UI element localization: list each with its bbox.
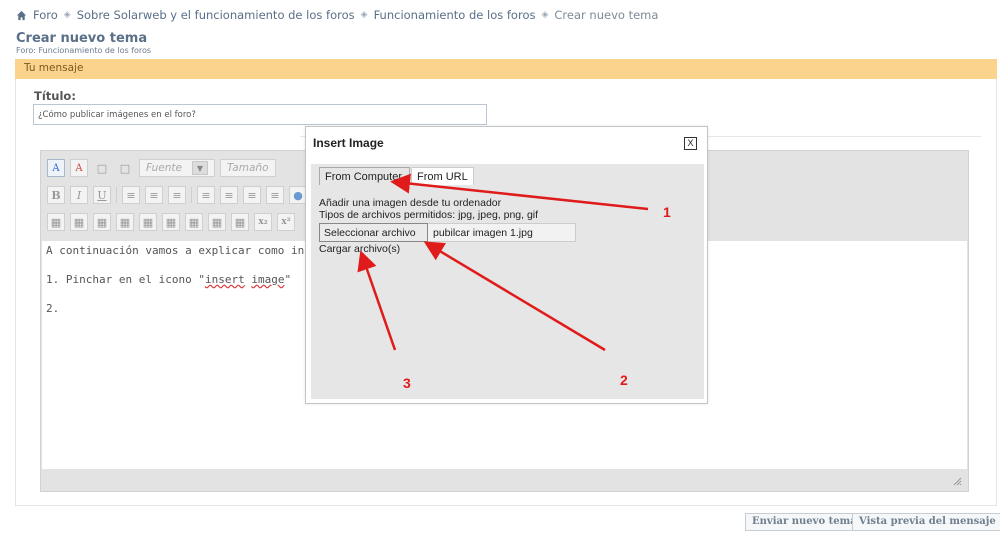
cell-props-icon[interactable]: ▦ bbox=[208, 213, 226, 231]
align-right-icon[interactable]: ≡ bbox=[168, 186, 186, 204]
indent-icon[interactable]: ≡ bbox=[266, 186, 284, 204]
preview-message-button[interactable]: Vista previa del mensaje bbox=[852, 513, 1000, 531]
tab-from-url[interactable]: From URL bbox=[411, 167, 474, 185]
row-props-icon[interactable]: ▦ bbox=[231, 213, 249, 231]
annotation-number-2: 2 bbox=[620, 372, 628, 388]
table-icon[interactable]: ▦ bbox=[47, 213, 65, 231]
choose-file-button[interactable]: Seleccionar archivo bbox=[319, 223, 428, 242]
toolbar-row-1: A A □ □ Fuente ▼ Tamaño bbox=[47, 159, 276, 177]
breadcrumb-separator-icon: ◈ bbox=[360, 10, 368, 20]
title-label: Título: bbox=[34, 89, 76, 103]
breadcrumb-separator-icon: ◈ bbox=[63, 10, 71, 20]
text-color-icon[interactable]: A bbox=[47, 159, 65, 177]
toolbar-row-3: ▦ ▦ ▦ ▦ ▦ ▦ ▦ ▦ ▦ x₂ x² bbox=[47, 213, 295, 231]
chevron-down-icon: ▼ bbox=[191, 161, 208, 175]
breadcrumb-item-funcionamiento[interactable]: Funcionamiento de los foros bbox=[374, 8, 536, 22]
breadcrumb-separator-icon: ◈ bbox=[541, 10, 549, 20]
subscript-icon[interactable]: x₂ bbox=[254, 213, 272, 231]
unordered-list-icon[interactable]: ≡ bbox=[220, 186, 238, 204]
remove-format-icon[interactable]: A bbox=[70, 159, 88, 177]
page-subtitle: Foro: Funcionamiento de los foros bbox=[16, 46, 152, 55]
breadcrumb-item-current: Crear nuevo tema bbox=[554, 8, 659, 22]
superscript-icon[interactable]: x² bbox=[277, 213, 295, 231]
selected-file-name: pubilcar imagen 1.jpg bbox=[428, 223, 576, 242]
upload-help-text: Añadir una imagen desde tu ordenador bbox=[319, 197, 502, 209]
font-select-label: Fuente bbox=[146, 162, 182, 174]
bold-icon[interactable]: B bbox=[47, 186, 65, 204]
delete-column-icon[interactable]: ▦ bbox=[139, 213, 157, 231]
spell-word-insert: insert bbox=[204, 273, 245, 286]
paste-text-icon[interactable]: □ bbox=[116, 159, 134, 177]
page-title: Crear nuevo tema bbox=[16, 31, 148, 46]
upload-files-link[interactable]: Cargar archivo(s) bbox=[319, 243, 400, 255]
breadcrumb: Foro ◈ Sobre Solarweb y el funcionamient… bbox=[16, 8, 658, 22]
size-select[interactable]: Tamaño bbox=[220, 159, 276, 177]
insert-column-icon[interactable]: ▦ bbox=[93, 213, 111, 231]
align-center-icon[interactable]: ≡ bbox=[145, 186, 163, 204]
underline-icon[interactable]: U bbox=[93, 186, 111, 204]
tab-from-computer[interactable]: From Computer bbox=[319, 167, 410, 185]
split-cells-icon[interactable]: ▦ bbox=[185, 213, 203, 231]
merge-cells-icon[interactable]: ▦ bbox=[162, 213, 180, 231]
align-left-icon[interactable]: ≡ bbox=[122, 186, 140, 204]
toolbar-separator bbox=[191, 187, 192, 203]
editor-line-2-suffix: " bbox=[284, 273, 292, 286]
submit-topic-button[interactable]: Enviar nuevo tema bbox=[745, 513, 864, 531]
ordered-list-icon[interactable]: ≡ bbox=[197, 186, 215, 204]
home-icon[interactable] bbox=[16, 10, 27, 21]
font-select[interactable]: Fuente ▼ bbox=[139, 159, 215, 177]
editor-line-2-prefix: 1. Pinchar en el icono " bbox=[46, 273, 205, 286]
title-input[interactable] bbox=[33, 104, 487, 125]
allowed-types-text: Tipos de archivos permitidos: jpg, jpeg,… bbox=[319, 209, 539, 221]
toolbar-row-2: B I U ≡ ≡ ≡ ≡ ≡ ≡ ≡ ● bbox=[47, 186, 307, 204]
annotation-number-1: 1 bbox=[663, 204, 671, 220]
annotation-number-3: 3 bbox=[403, 375, 411, 391]
insert-row-icon[interactable]: ▦ bbox=[70, 213, 88, 231]
breadcrumb-item-foro[interactable]: Foro bbox=[33, 8, 58, 22]
paste-icon[interactable]: □ bbox=[93, 159, 111, 177]
dialog-title: Insert Image bbox=[313, 136, 384, 150]
breadcrumb-item-sobre-solarweb[interactable]: Sobre Solarweb y el funcionamiento de lo… bbox=[77, 8, 355, 22]
delete-row-icon[interactable]: ▦ bbox=[116, 213, 134, 231]
message-section-header: Tu mensaje bbox=[15, 59, 997, 79]
close-icon[interactable]: X bbox=[684, 137, 697, 150]
spell-word-image: image bbox=[251, 273, 285, 286]
outdent-icon[interactable]: ≡ bbox=[243, 186, 261, 204]
size-select-label: Tamaño bbox=[227, 162, 269, 174]
toolbar-separator bbox=[116, 187, 117, 203]
resize-grip-icon[interactable] bbox=[952, 476, 962, 486]
italic-icon[interactable]: I bbox=[70, 186, 88, 204]
